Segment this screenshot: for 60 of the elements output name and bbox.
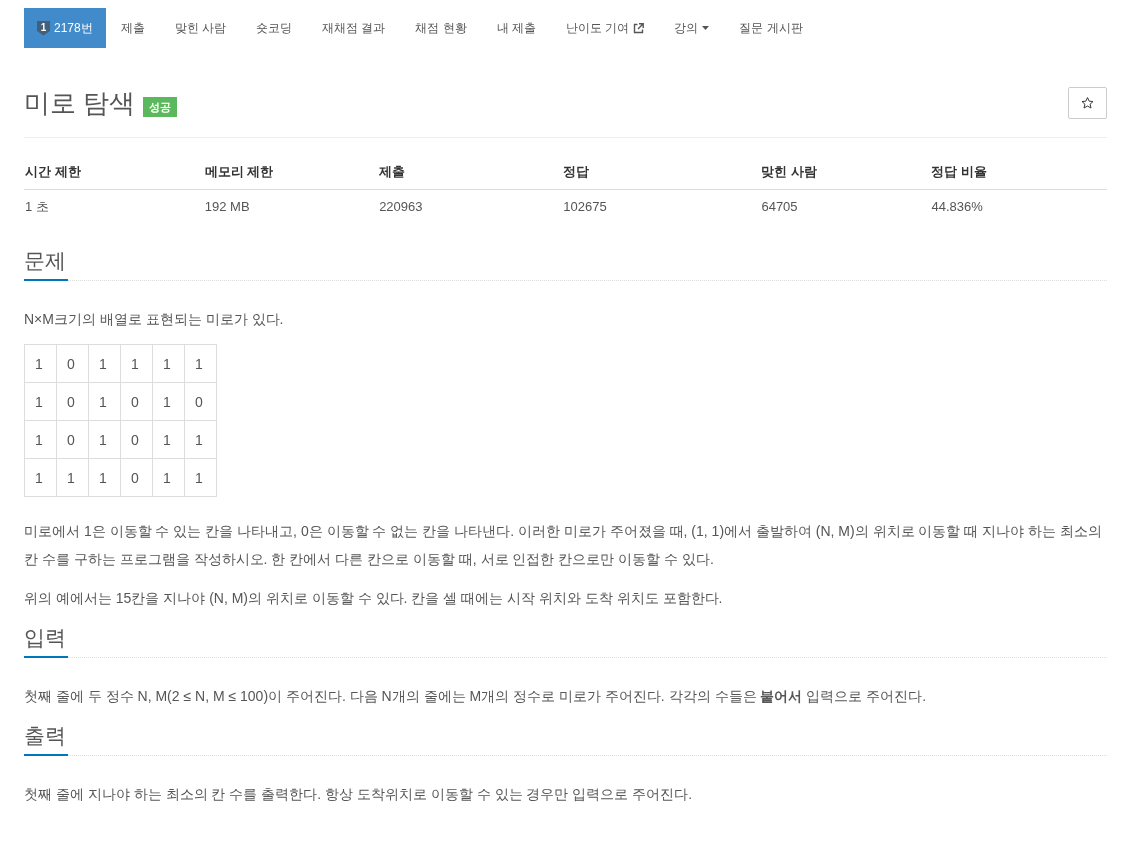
nav-tab[interactable]: 맞힌 사람	[159, 8, 242, 48]
table-header: 맞힌 사람	[760, 155, 931, 190]
nav-tab[interactable]: 제출	[105, 8, 160, 48]
grid-cell: 0	[184, 382, 217, 421]
grid-cell: 1	[152, 458, 185, 497]
caret-icon	[702, 26, 710, 30]
problem-text: 미로에서 1은 이동할 수 있는 칸을 나타내고, 0은 이동할 수 없는 칸을 나타낸다. 이러한 미로가 주어졌을 때, (1, 1)에서 출발하여 (N, M)의 위치로 이동할 때 지나야 하는 최소의 칸 수를 구하는 프로그램을 작성하시오. 한 칸에서 다른 칸으로 이동할 때, 서로 인접한 칸으로만 이동할 수 있다.	[24, 522, 1104, 569]
tier-badge: 1	[37, 20, 50, 36]
table-cell: 192 MB	[203, 189, 379, 224]
table-header: 정답	[562, 155, 761, 190]
grid-cell: 1	[24, 344, 57, 383]
problem-text: 첫째 줄에 두 정수 N, M(2 ≤ N, M ≤ 100)이 주어진다. 다음 N개의 줄에는 M개의 정수로 미로가 주어진다. 각각의 수들은 붙어서 입력으로 주어진다.	[24, 687, 928, 706]
table-header: 제출	[378, 155, 563, 190]
nav-tab[interactable]: 숏코딩	[241, 8, 308, 48]
grid-cell: 1	[152, 344, 185, 383]
grid-cell: 0	[120, 382, 153, 421]
grid-cell: 1	[24, 420, 57, 459]
favorite-button[interactable]	[1068, 87, 1107, 119]
grid-cell: 1	[88, 458, 121, 497]
grid-cell: 0	[120, 458, 153, 497]
grid-cell: 1	[24, 382, 57, 421]
grid-cell: 1	[184, 420, 217, 459]
nav-tab[interactable]: 채점 현황	[400, 8, 482, 48]
grid-cell: 0	[56, 382, 89, 421]
grid-cell: 0	[120, 420, 153, 459]
external-link-icon	[633, 22, 645, 34]
status-badge: 성공	[143, 97, 178, 117]
grid-cell: 1	[88, 344, 121, 383]
grid-cell: 1	[184, 458, 217, 497]
problem-text: 위의 예에서는 15칸을 지나야 (N, M)의 위치로 이동할 수 있다. 칸을 셀 때에는 시작 위치와 도착 위치도 포함한다.	[24, 589, 724, 608]
table-header: 메모리 제한	[203, 155, 379, 190]
table-cell: 64705	[760, 189, 931, 224]
table-cell: 220963	[378, 189, 563, 224]
grid-cell: 1	[88, 382, 121, 421]
nav-tab[interactable]: 난이도 기여	[551, 8, 660, 48]
grid-cell: 0	[56, 344, 89, 383]
grid-cell: 1	[24, 458, 57, 497]
nav-tab[interactable]: 1 2178번	[24, 8, 106, 48]
section-heading: 출력	[24, 721, 68, 756]
section-heading: 입력	[24, 623, 68, 658]
table-header: 시간 제한	[24, 155, 204, 190]
grid-cell: 1	[56, 458, 89, 497]
problem-text: N×M크기의 배열로 표현되는 미로가 있다.	[24, 310, 285, 329]
grid-cell: 1	[152, 382, 185, 421]
grid-cell: 0	[56, 420, 89, 459]
table-header: 정답 비율	[930, 155, 1107, 190]
problem-title: 미로 탐색	[24, 87, 136, 120]
grid-cell: 1	[152, 420, 185, 459]
grid-cell: 1	[120, 344, 153, 383]
table-cell: 102675	[562, 189, 761, 224]
table-cell: 44.836%	[930, 189, 1107, 224]
section-heading: 문제	[24, 246, 68, 281]
grid-cell: 1	[184, 344, 217, 383]
nav-tab[interactable]: 내 제출	[481, 8, 552, 48]
nav-tab[interactable]: 재채점 결과	[307, 8, 401, 48]
problem-text: 첫째 줄에 지나야 하는 최소의 칸 수를 출력한다. 항상 도착위치로 이동할 수 있는 경우만 입력으로 주어진다.	[24, 785, 694, 804]
nav-tab[interactable]: 강의	[659, 8, 725, 48]
nav-tab[interactable]: 질문 게시판	[724, 8, 818, 48]
grid-cell: 1	[88, 420, 121, 459]
table-cell: 1 초	[24, 189, 204, 224]
